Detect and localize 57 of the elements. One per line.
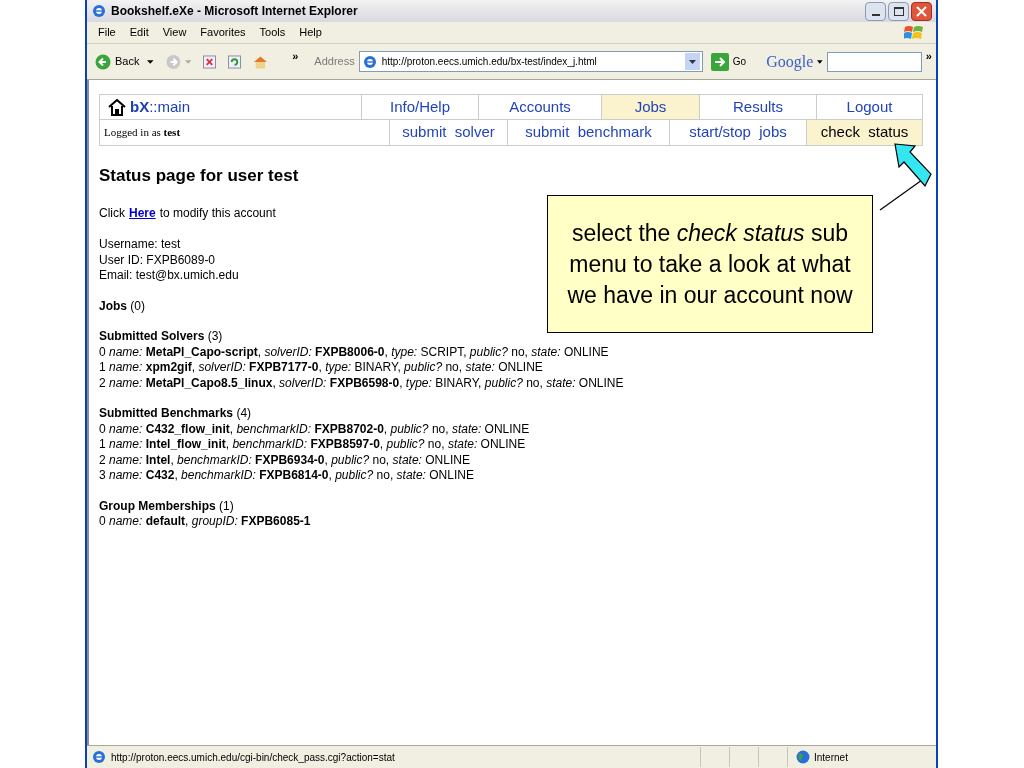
account-detail: User ID: FXPB6089-0 (99, 252, 216, 268)
record-line: 1 name: Intel_flow_init, benchmarkID: FXPB8597-0, public? no, state: ONLINE (99, 437, 526, 453)
menu-item[interactable]: Tools (252, 24, 293, 41)
page-heading: Status page for user test (99, 166, 300, 186)
record-line: 1 name: xpm2gif, solverID: FXPB7177-0, type: BINARY, public? no, state: ONLINE (99, 360, 543, 376)
close-icon (916, 5, 927, 17)
menu-item[interactable]: View (155, 24, 194, 41)
dropdown-arrow-icon[interactable] (817, 59, 823, 64)
browser-icon (91, 3, 107, 19)
windows-logo-icon (904, 23, 924, 42)
stop-icon[interactable] (203, 54, 217, 69)
refresh-icon[interactable] (228, 54, 242, 69)
section-heading: Submitted Benchmarks (4) (99, 406, 252, 422)
body-text: Click (99, 205, 125, 222)
submenu-tab[interactable]: check status (807, 120, 922, 145)
record-line: 3 name: C432, benchmarkID: FXPB6814-0, public? no, state: ONLINE (99, 468, 474, 484)
record-line: 0 name: MetaPl_Capo-script, solverID: FXPB8006-0, type: SCRIPT, public? no, state: ONLINE (99, 344, 609, 360)
section-heading: Submitted Solvers (3) (99, 329, 223, 345)
menu-item[interactable]: Edit (122, 24, 156, 41)
home-icon[interactable] (253, 53, 269, 70)
toolbar-overflow[interactable]: » (292, 48, 299, 65)
pointer-arrow-icon (893, 142, 933, 188)
login-status: Logged in as test (104, 125, 181, 141)
page-icon (91, 749, 107, 765)
record-line: 0 name: C432_flow_init, benchmarkID: FXPB8702-0, public? no, state: ONLINE (99, 421, 530, 437)
maximize-button[interactable] (888, 1, 909, 21)
section-heading: Group Memberships (1) (99, 498, 234, 514)
window-title: Bookshelf.eXe - Microsoft Internet Explorer (111, 3, 358, 20)
leader-line (879, 179, 923, 211)
home-icon (108, 98, 126, 116)
page-icon (361, 53, 378, 70)
globe-icon (796, 750, 810, 764)
dropdown-arrow-icon[interactable] (147, 59, 154, 64)
nav-tab[interactable]: Jobs (602, 95, 700, 119)
menu-item[interactable]: Help (292, 24, 329, 41)
minimize-button[interactable] (865, 1, 886, 21)
search-logo[interactable]: Google (766, 49, 814, 74)
menu-item[interactable]: Favorites (193, 24, 253, 41)
callout-text: select the check status sub menu to take a look at what we have in our account now (566, 218, 854, 310)
toolbar-overflow[interactable]: » (925, 48, 932, 65)
account-detail: Email: test@bx.umich.edu (99, 268, 239, 284)
here-link[interactable]: Here (129, 204, 156, 222)
go-button[interactable]: Go (710, 52, 747, 71)
search-field[interactable] (826, 51, 922, 72)
menu-item[interactable]: File (91, 24, 123, 41)
account-detail: Username: test (99, 237, 181, 253)
section-heading: Jobs (0) (99, 298, 145, 314)
address-field[interactable]: http://proton.eecs.umich.edu/bx-test/index_j.html (358, 51, 703, 72)
status-text: http://proton.eecs.umich.edu/cgi-bin/check_pass.cgi?action=stat (111, 750, 396, 765)
record-line: 0 name: default, groupID: FXPB6085-1 (99, 514, 311, 530)
close-button[interactable] (911, 1, 932, 21)
address-label: Address (314, 54, 355, 70)
body-text: to modify this account (159, 205, 276, 222)
record-line: 2 name: MetaPl_Capo8.5_linux, solverID: FXPB6598-0, type: BINARY, public? no, state: ONLINE (99, 375, 624, 391)
record-line: 2 name: Intel, benchmarkID: FXPB6934-0, public? no, state: ONLINE (99, 452, 470, 468)
zone-label: Internet (814, 750, 848, 765)
back-button[interactable]: Back (91, 53, 144, 70)
